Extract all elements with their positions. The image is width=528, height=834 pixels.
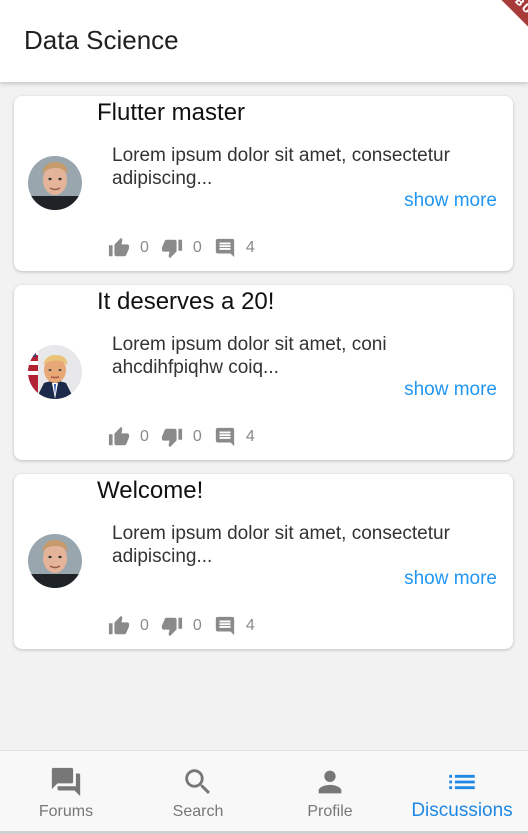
nav-label-forums: Forums (38, 803, 94, 820)
like-count: 0 (140, 239, 149, 256)
thumb-up-icon[interactable] (108, 615, 130, 637)
card-stats: 0 0 4 (108, 615, 267, 637)
thumb-up-icon[interactable] (108, 237, 130, 259)
show-more-link[interactable]: show more (404, 568, 497, 590)
search-icon (181, 765, 215, 799)
card-title: Welcome! (97, 477, 204, 504)
thumb-down-icon[interactable] (161, 426, 183, 448)
app-bar: Data Science DEBUG (0, 0, 528, 82)
nav-label-discussions: Discussions (411, 800, 513, 821)
bottom-navigation: Forums Search Profile Discussions (0, 750, 528, 834)
thumb-up-icon[interactable] (108, 426, 130, 448)
comment-count: 4 (245, 617, 255, 634)
nav-item-discussions[interactable]: Discussions (396, 751, 528, 834)
card-stats: 0 0 4 (108, 237, 267, 259)
debug-banner: DEBUG (446, 0, 528, 40)
show-more-link[interactable]: show more (404, 379, 497, 401)
list-icon (445, 765, 479, 799)
comment-icon[interactable] (214, 237, 236, 259)
nav-label-profile: Profile (307, 803, 353, 820)
thumb-down-icon[interactable] (161, 615, 183, 637)
card-title: Flutter master (97, 99, 246, 126)
show-more-link[interactable]: show more (404, 190, 497, 212)
comment-icon[interactable] (214, 615, 236, 637)
like-count: 0 (140, 617, 149, 634)
card-body-text: Lorem ipsum dolor sit amet, coni ahcdihf… (112, 334, 387, 378)
discussion-card[interactable]: Welcome! Lorem ipsum dolor sit amet, con… (14, 474, 513, 649)
discussion-card[interactable]: It deserves a 20! Lorem ipsum dolor sit … (14, 285, 513, 460)
comment-icon[interactable] (214, 426, 236, 448)
card-body-text: Lorem ipsum dolor sit amet, consectetur … (112, 145, 450, 189)
like-count: 0 (140, 428, 149, 445)
comment-count: 4 (245, 239, 255, 256)
avatar[interactable] (28, 156, 82, 210)
nav-item-search[interactable]: Search (132, 751, 264, 834)
avatar[interactable] (28, 534, 82, 588)
card-title: It deserves a 20! (97, 288, 275, 315)
app-screen: Data Science DEBUG Flutter master Lorem … (0, 0, 528, 834)
nav-label-search: Search (172, 803, 224, 820)
comment-count: 4 (245, 428, 255, 445)
debug-ribbon-label: DEBUG (476, 0, 528, 40)
page-title: Data Science (24, 25, 179, 55)
avatar[interactable] (28, 345, 82, 399)
forum-icon (49, 765, 83, 799)
discussion-list: Flutter master Lorem ipsum dolor sit ame… (14, 96, 513, 663)
dislike-count: 0 (192, 617, 202, 634)
card-stats: 0 0 4 (108, 426, 267, 448)
thumb-down-icon[interactable] (161, 237, 183, 259)
nav-item-profile[interactable]: Profile (264, 751, 396, 834)
person-icon (313, 765, 347, 799)
nav-item-forums[interactable]: Forums (0, 751, 132, 834)
card-body-text: Lorem ipsum dolor sit amet, consectetur … (112, 523, 450, 567)
dislike-count: 0 (192, 239, 202, 256)
dislike-count: 0 (192, 428, 202, 445)
discussion-card[interactable]: Flutter master Lorem ipsum dolor sit ame… (14, 96, 513, 271)
